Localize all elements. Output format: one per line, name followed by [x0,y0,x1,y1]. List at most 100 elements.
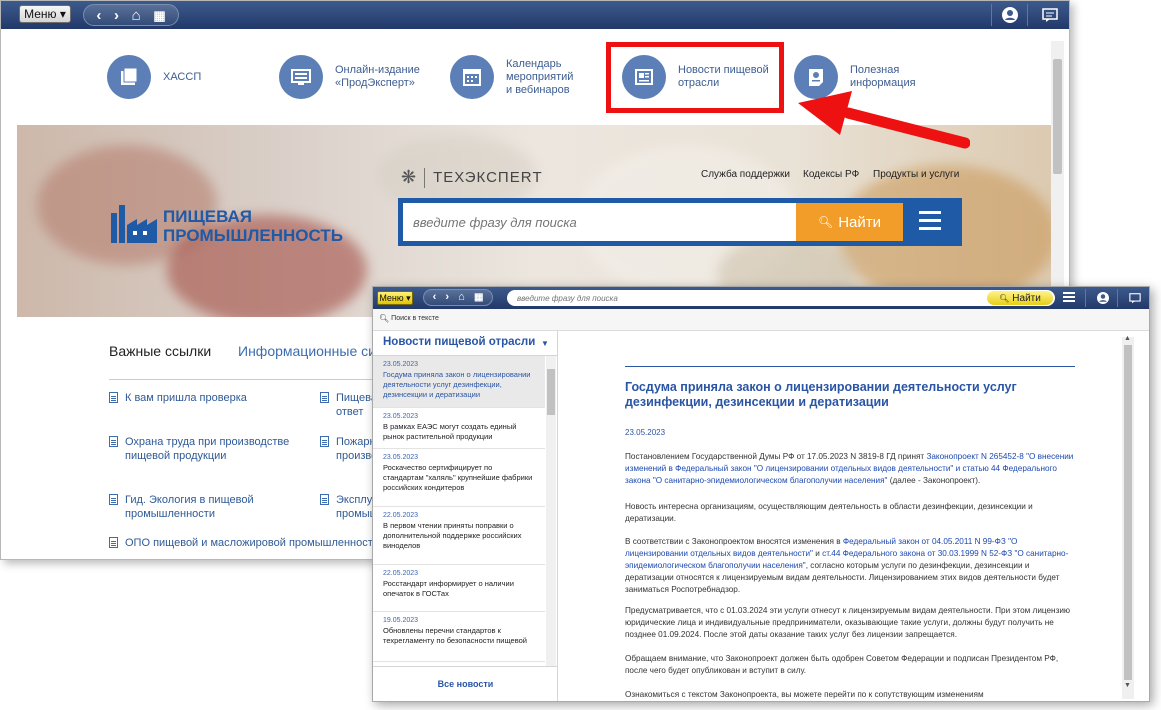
magnifier-icon: 🔍︎ [379,314,390,323]
news-title: Росстандарт информирует о наличии опечат… [383,579,514,598]
menu-button[interactable]: Меню ▾ [19,5,71,23]
sidebar-footer-divider [373,666,558,667]
chat-icon[interactable] [1039,5,1061,25]
main-toolbar: Меню ▾ ‹ › ⌂ ▦ [1,1,1069,29]
back-arrow-icon[interactable]: ‹ [433,292,437,303]
link-ecology-guide[interactable]: Гид. Экология в пищевой промышленности [109,493,309,521]
news-date: 23.05.2023 [383,454,419,461]
toolbar-divider [1117,289,1118,307]
link-food-answer[interactable]: Пищева ответ [320,391,380,419]
news-list: 23.05.2023 Госдума приняла закон о лицен… [373,356,545,666]
scroll-down-icon[interactable]: ▼ [1124,682,1131,689]
article-text: Постановлением Государственной Думы РФ о… [625,452,927,461]
forward-arrow-icon[interactable]: › [445,292,449,303]
document-icon [320,494,329,505]
news-title: Роскачество сертифицирует по стандартам … [383,463,533,492]
news-navigation-group: ‹ › ⌂ ▦ [423,289,493,306]
link-operation[interactable]: Эксплуат промышл [320,493,385,521]
search-in-text-button[interactable]: 🔍︎ Поиск в тексте [379,314,439,323]
document-icon [109,392,118,403]
forward-arrow-icon[interactable]: › [114,8,119,23]
product-title-line1: ПИЩЕВАЯ [163,207,253,226]
toolbar-divider [991,4,992,26]
news-item[interactable]: 19.05.2023 Обновлены перечни стандартов … [373,612,545,662]
link-labor-safety[interactable]: Охрана труда при производстве пищевой пр… [109,435,309,463]
main-scrollbar-thumb[interactable] [1053,59,1062,174]
tabs-divider [109,379,379,380]
search-in-text-label: Поиск в тексте [391,315,439,322]
calendar-link[interactable]: Календарь мероприятий и вебинаров [450,55,573,99]
factory-logo-icon [107,195,159,252]
calendar-label: Календарь мероприятий и вебинаров [506,57,574,96]
calendar-icon [450,55,494,99]
product-title-line2: ПРОМЫШЛЕННОСТЬ [163,226,343,245]
article-scrollbar-thumb[interactable] [1124,345,1132,680]
news-item[interactable]: 22.05.2023 В первом чтении приняты попра… [373,507,545,565]
news-date: 23.05.2023 [383,361,419,368]
news-item[interactable]: 23.05.2023 В рамках ЕАЭС могут создать е… [373,408,545,449]
link-hazardous-facilities[interactable]: ОПО пищевой и масложировой промышленност… [109,536,409,550]
news-search-button-label: Найти [1012,292,1041,304]
news-date: 22.05.2023 [383,512,419,519]
news-item[interactable]: 22.05.2023 Росстандарт информирует о нал… [373,565,545,612]
tab-important-links[interactable]: Важные ссылки [109,343,211,359]
search-button-label: Найти [838,213,882,231]
document-icon [109,537,118,548]
document-icon [320,436,329,447]
link-food-answer-label: Пищева ответ [336,392,377,418]
brand-name: ТЕХЭКСПЕRТ [433,169,543,186]
chat-icon[interactable] [1127,290,1143,306]
hassp-link[interactable]: ХАССП [107,55,201,99]
navigation-group: ‹ › ⌂ ▦ [83,4,179,26]
brand-divider [424,167,426,188]
link-fire-safety[interactable]: Пожарн производ [320,435,383,463]
hassp-label: ХАССП [163,70,202,83]
link-ecology-guide-label: Гид. Экология в пищевой промышленности [125,494,254,520]
article-text: (далее - Законопроект). [887,476,981,485]
user-profile-icon[interactable] [1095,290,1111,306]
red-arrow-icon [798,91,970,149]
link-inspection-label: К вам пришла проверка [125,392,247,404]
search-bar: 🔍︎ Найти [398,198,962,246]
hamburger-menu-icon[interactable] [1063,292,1075,303]
scroll-up-icon[interactable]: ▲ [1124,335,1131,342]
sidebar-title: Новости пищевой отрасли [383,336,536,348]
sidebar-scrollbar-thumb[interactable] [547,369,555,415]
tab-information-systems[interactable]: Информационные сис [238,343,383,359]
hamburger-menu-icon[interactable] [919,211,941,231]
grid-icon[interactable]: ▦ [474,292,483,303]
article-title: Госдума приняла закон о лицензировании д… [625,380,1017,409]
monitor-icon [279,55,323,99]
link-inspection[interactable]: К вам пришла проверка [109,391,309,405]
home-icon[interactable]: ⌂ [132,8,141,23]
article-top-rule [625,366,1075,367]
home-icon[interactable]: ⌂ [458,292,465,303]
news-search-input[interactable] [517,291,917,305]
search-input[interactable] [413,211,793,233]
news-item[interactable]: 23.05.2023 Роскачество сертифицирует по … [373,449,545,507]
article-paragraph-4: Предусматривается, что с 01.03.2024 эти … [625,606,1071,639]
search-button[interactable]: 🔍︎ Найти [796,203,903,241]
news-item[interactable]: 23.05.2023 Госдума приняла закон о лицен… [373,356,545,408]
document-icon [320,392,329,403]
toolbar-divider [1027,4,1028,26]
news-window: Меню ▾ ‹ › ⌂ ▦ 🔍︎ Найти [372,286,1150,702]
news-toolbar: Меню ▾ ‹ › ⌂ ▦ 🔍︎ Найти [373,287,1149,309]
grid-icon[interactable]: ▦ [153,9,165,22]
news-sidebar: Новости пищевой отрасли ▼ 23.05.2023 Гос… [373,331,558,701]
brand-logo[interactable]: ❋ ТЕХЭКСПЕRТ [401,167,543,188]
news-menu-button[interactable]: Меню ▾ [377,291,413,305]
user-profile-icon[interactable] [999,5,1021,25]
all-news-link[interactable]: Все новости [373,679,558,689]
products-link[interactable]: Продукты и услуги [873,169,959,180]
article-paragraph-5: Обращаем внимание, что Законопроект долж… [625,654,1059,675]
codes-link[interactable]: Кодексы РФ [803,169,859,180]
prodexpert-link[interactable]: Онлайн-издание «ПродЭксперт» [279,55,420,99]
news-search-button[interactable]: 🔍︎ Найти [987,291,1053,305]
support-link[interactable]: Служба поддержки [701,169,790,180]
chevron-down-icon[interactable]: ▼ [541,339,549,348]
news-title: Обновлены перечни стандартов к техреглам… [383,626,527,645]
article-text: В соответствии с Законопроектом вносятся… [625,537,843,546]
folders-icon [107,55,151,99]
back-arrow-icon[interactable]: ‹ [96,8,101,23]
